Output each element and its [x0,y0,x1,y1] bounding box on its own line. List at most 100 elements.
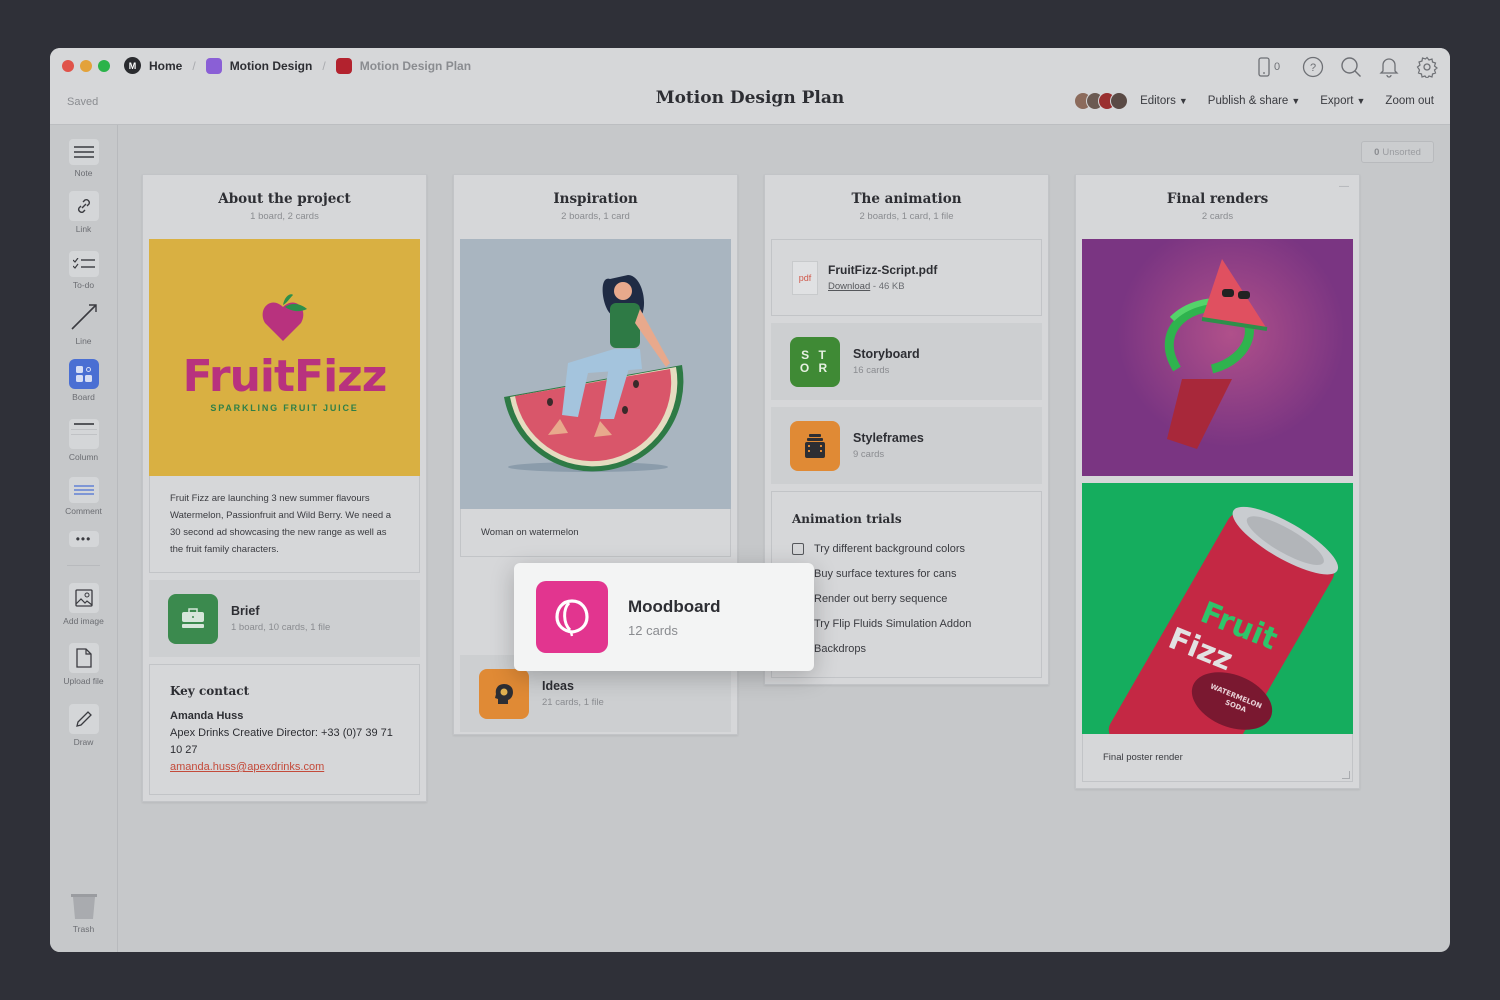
maximize-window-button[interactable] [98,60,110,72]
unsorted-button[interactable]: 0 Unsorted [1361,141,1434,163]
breadcrumb-home[interactable]: M Home [124,57,182,74]
note-text: Fruit Fizz are launching 3 new summer fl… [170,493,392,555]
tool-trash[interactable]: Trash [50,891,117,934]
tool-comment[interactable]: Comment [50,477,117,516]
todo-item[interactable]: Try Flip Fluids Simulation Addon [792,611,1021,636]
board-name: Storyboard [853,347,920,361]
todo-item[interactable]: Try different background colors [792,536,1021,561]
moodboard-icon [536,581,608,653]
todo-icon [68,251,99,277]
help-icon: ? [1302,56,1324,78]
image-card-fruitfizz-can[interactable]: Fruit Fizz WATERMELON SODA [1082,483,1353,734]
storyboard-icon: S T O R [790,336,840,387]
avatar [1110,92,1129,110]
tool-add-image[interactable]: Add image [50,583,117,626]
export-dropdown[interactable]: Export ▼ [1320,95,1365,107]
tool-more[interactable]: ••• [50,531,117,550]
todo-heading: Animation trials [792,512,902,526]
top-actions: Editors ▼ Publish & share ▼ Export ▼ Zoom o… [1074,92,1434,110]
purple-board-icon [205,57,222,74]
image-card-woman-on-watermelon[interactable] [460,239,731,509]
tool-upload-file[interactable]: Upload file [50,643,117,686]
file-icon [68,643,99,673]
column-header: Final renders 2 cards [1082,175,1353,239]
checkbox[interactable] [792,542,804,555]
minimize-window-button[interactable] [80,60,92,72]
tool-board[interactable]: Board [50,359,117,402]
dragging-board-card-moodboard[interactable]: Moodboard 12 cards [514,563,814,671]
chevron-down-icon: ▼ [1291,96,1301,106]
image-caption-card: Woman on watermelon [460,509,731,557]
tool-link[interactable]: Link [50,191,117,234]
mobile-count: 0 [1273,61,1281,73]
milanote-logo-icon: M [124,57,141,74]
svg-text:?: ? [1310,62,1316,74]
fruitfizz-tagline: SPARKLING FRUIT JUICE [210,403,359,413]
window-controls [62,60,110,72]
tool-todo[interactable]: To-do [50,251,117,290]
woman-on-watermelon-illustration [504,275,684,472]
chevron-down-icon: ▼ [1178,96,1188,106]
board-meta: 12 cards [628,622,678,638]
publish-share-dropdown[interactable]: Publish & share ▼ [1208,95,1300,107]
board-name: Styleframes [853,431,924,445]
help-button[interactable]: ? [1302,56,1324,78]
bell-icon [1379,58,1399,78]
editors-dropdown[interactable]: Editors ▼ [1140,95,1188,107]
tool-label: Line [75,336,92,346]
tool-label: Column [68,452,99,462]
tool-column[interactable]: Column [50,419,117,462]
unsorted-count: 0 [1374,146,1380,158]
image-card-watermelon-character[interactable] [1082,239,1353,476]
tool-draw[interactable]: Draw [50,704,117,747]
tool-line[interactable]: Line [50,301,117,346]
note-card-project-description[interactable]: Fruit Fizz are launching 3 new summer fl… [149,476,420,573]
column-subtitle: 2 cards [1201,211,1234,222]
publish-label: Publish & share [1207,95,1289,107]
column-title: About the project [218,191,351,207]
mobile-button[interactable]: 0 [1252,56,1286,78]
column-header: The animation 2 boards, 1 card, 1 file [771,175,1042,239]
column-final-renders[interactable]: — Final renders 2 cards Fruit Fizz WATER… [1075,174,1360,789]
contact-email-link[interactable]: amanda.huss@apexdrinks.com [170,759,399,776]
todo-item[interactable]: Render out berry sequence [792,586,1021,611]
resize-handle[interactable] [1342,771,1350,779]
tool-note[interactable]: Note [50,139,117,178]
column-icon [68,419,99,449]
breadcrumb-current[interactable]: Motion Design Plan [335,57,471,74]
todo-label: Try different background colors [814,542,966,555]
board-card-storyboard[interactable]: S T O R Storyboard 16 cards [771,323,1042,400]
board-icon [68,359,99,389]
breadcrumb-motion-design[interactable]: Motion Design [205,57,312,74]
tool-label: To-do [72,280,95,290]
board-name: Brief [231,604,260,618]
zoom-out-button[interactable]: Zoom out [1385,95,1434,107]
mobile-icon [1258,57,1270,77]
notifications-button[interactable] [1378,56,1400,78]
file-size: 46 KB [878,281,905,292]
pdf-file-icon: pdf [792,260,818,295]
pencil-icon [68,704,99,734]
todo-item[interactable]: Buy surface textures for cans [792,561,1021,586]
tool-label: Add image [63,616,104,626]
board-card-brief[interactable]: Brief 1 board, 10 cards, 1 file [149,580,420,657]
search-icon [1341,57,1361,77]
search-button[interactable] [1340,56,1362,78]
download-link[interactable]: Download [828,281,870,292]
contact-card[interactable]: Key contact Amanda Huss Apex Drinks Crea… [149,664,420,795]
todo-item[interactable]: Backdrops [792,636,1021,661]
column-collapse-icon[interactable]: — [1339,181,1349,192]
column-about-the-project[interactable]: About the project 1 board, 2 cards Fruit… [142,174,427,802]
editor-avatars[interactable] [1074,92,1129,110]
tool-label: Comment [65,506,102,516]
close-window-button[interactable] [62,60,74,72]
file-card-script-pdf[interactable]: pdf FruitFizz-Script.pdf Download - 46 K… [771,239,1042,316]
settings-button[interactable] [1416,56,1438,78]
board-canvas[interactable]: 0 Unsorted About the project 1 board, 2 c… [118,125,1450,952]
toolbar-divider [67,565,100,566]
column-header: Inspiration 2 boards, 1 card [460,175,731,239]
board-meta: 16 cards [853,365,890,376]
red-board-icon [335,57,352,74]
board-card-styleframes[interactable]: Styleframes 9 cards [771,407,1042,484]
image-card-fruitfizz-logo[interactable]: FruitFizz SPARKLING FRUIT JUICE [149,239,420,476]
